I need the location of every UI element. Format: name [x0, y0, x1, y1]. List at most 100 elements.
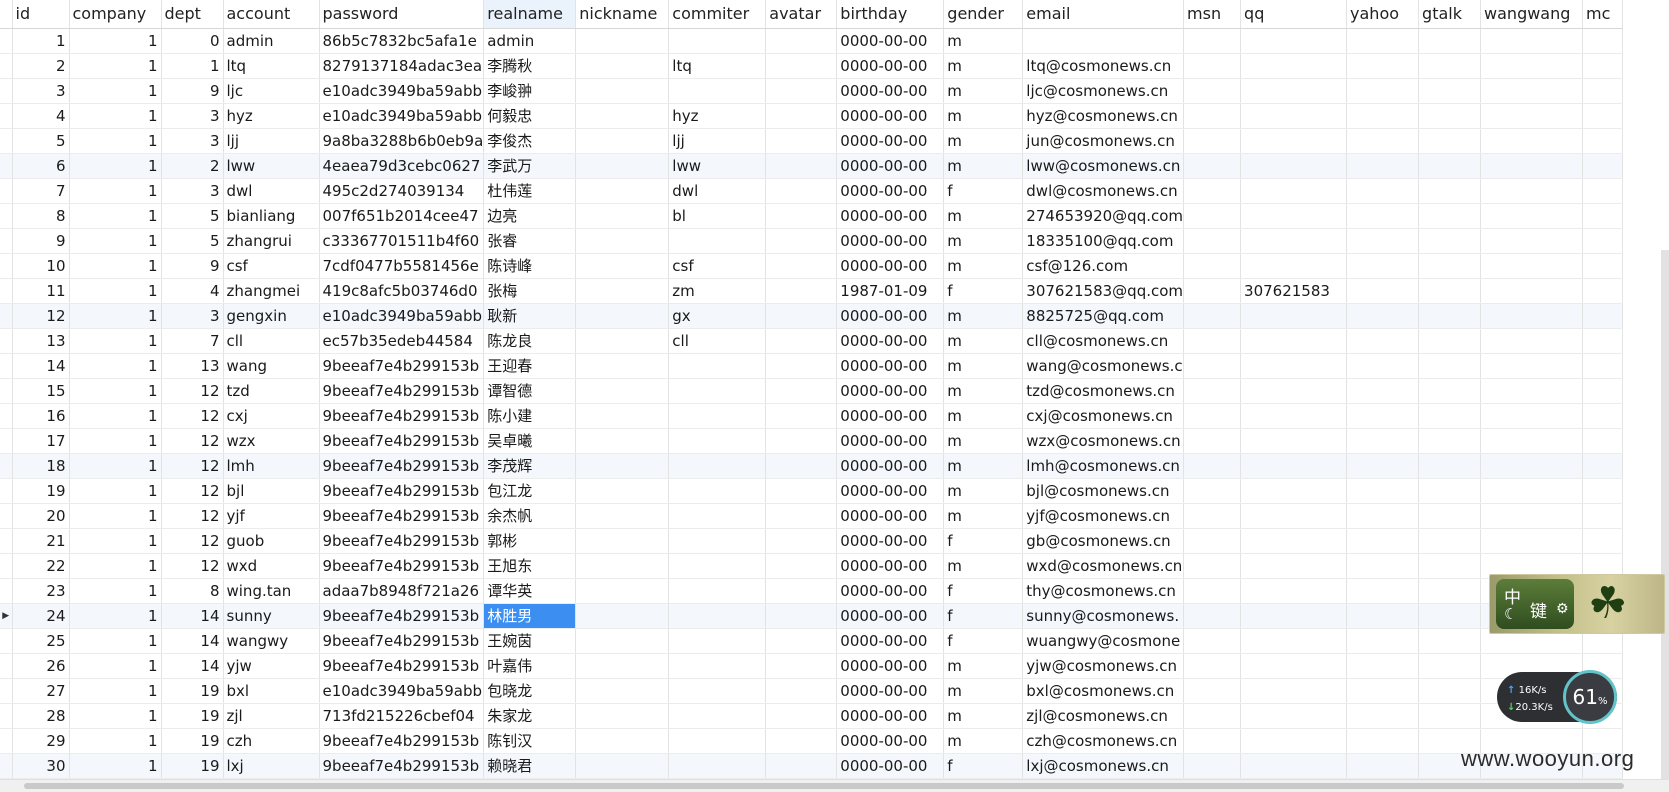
- cell-realname[interactable]: 陈龙良: [483, 328, 577, 354]
- cell-yahoo[interactable]: [1346, 178, 1420, 204]
- cell-nickname[interactable]: [575, 203, 670, 229]
- cell-id[interactable]: 24: [12, 603, 70, 629]
- cell-commiter[interactable]: [668, 703, 767, 729]
- cell-account[interactable]: hyz: [223, 103, 320, 129]
- cell-dept[interactable]: 3: [161, 128, 224, 154]
- cell-nickname[interactable]: [575, 28, 670, 54]
- cell-msn[interactable]: [1183, 453, 1242, 479]
- cell-commiter[interactable]: [668, 678, 767, 704]
- cell-commiter[interactable]: dwl: [668, 178, 767, 204]
- row-marker[interactable]: [0, 378, 13, 404]
- cell-id[interactable]: 7: [12, 178, 70, 204]
- cell-msn[interactable]: [1183, 78, 1242, 104]
- cell-birthday[interactable]: 0000-00-00: [836, 203, 945, 229]
- cell-nickname[interactable]: [575, 278, 670, 304]
- cell-realname[interactable]: admin: [483, 28, 577, 54]
- cell-email[interactable]: cxj@cosmonews.cn: [1022, 403, 1185, 429]
- cell-dept[interactable]: 9: [161, 253, 224, 279]
- row-marker[interactable]: [0, 28, 13, 54]
- cell-mc[interactable]: [1582, 253, 1624, 279]
- cell-avatar[interactable]: [765, 753, 838, 779]
- cell-dept[interactable]: 14: [161, 603, 224, 629]
- cell-realname[interactable]: 王迎春: [483, 353, 577, 379]
- cell-password[interactable]: 9beeaf7e4b299153b: [319, 603, 485, 629]
- cell-avatar[interactable]: [765, 653, 838, 679]
- cell-nickname[interactable]: [575, 328, 670, 354]
- horizontal-scrollbar[interactable]: [0, 779, 1669, 792]
- cell-mc[interactable]: [1582, 53, 1624, 79]
- cell-birthday[interactable]: 0000-00-00: [836, 228, 945, 254]
- cell-password[interactable]: 9beeaf7e4b299153b: [319, 728, 485, 754]
- cell-yahoo[interactable]: [1346, 28, 1420, 54]
- cell-company[interactable]: 1: [69, 228, 162, 254]
- column-header-account[interactable]: account: [223, 0, 320, 29]
- cell-mc[interactable]: [1582, 203, 1624, 229]
- cell-dept[interactable]: 19: [161, 703, 224, 729]
- row-marker[interactable]: [0, 128, 13, 154]
- table-row[interactable]: 2 1 1 ltq 8279137184adac3ea 李腾秋 ltq 0000-00-00 m…: [0, 53, 1624, 79]
- cell-account[interactable]: tzd: [223, 378, 320, 404]
- cell-account[interactable]: cxj: [223, 403, 320, 429]
- cell-password[interactable]: 9a8ba3288b6b0eb9a: [319, 128, 485, 154]
- cell-realname[interactable]: 王旭东: [483, 553, 577, 579]
- cell-email[interactable]: ltq@cosmonews.cn: [1022, 53, 1185, 79]
- cell-commiter[interactable]: [668, 528, 767, 554]
- cell-realname[interactable]: 林胜男: [483, 603, 577, 629]
- table-row[interactable]: 26 1 14 yjw 9beeaf7e4b299153b 叶嘉伟 0000-00-00 m y…: [0, 653, 1624, 679]
- cell-birthday[interactable]: 0000-00-00: [836, 353, 945, 379]
- cell-realname[interactable]: 何毅忠: [483, 103, 577, 129]
- cell-msn[interactable]: [1183, 528, 1242, 554]
- cell-msn[interactable]: [1183, 703, 1242, 729]
- cell-msn[interactable]: [1183, 553, 1242, 579]
- cell-gtalk[interactable]: [1418, 628, 1482, 654]
- cell-commiter[interactable]: [668, 78, 767, 104]
- cell-email[interactable]: bxl@cosmonews.cn: [1022, 678, 1185, 704]
- cell-realname[interactable]: 李武万: [483, 153, 577, 179]
- cell-password[interactable]: 9beeaf7e4b299153b: [319, 478, 485, 504]
- cell-nickname[interactable]: [575, 553, 670, 579]
- cell-id[interactable]: 28: [12, 703, 70, 729]
- cell-nickname[interactable]: [575, 703, 670, 729]
- table-row[interactable]: 23 1 8 wing.tan adaa7b8948f721a26 谭华英 0000-00-…: [0, 578, 1624, 604]
- cell-id[interactable]: 3: [12, 78, 70, 104]
- cell-yahoo[interactable]: [1346, 78, 1420, 104]
- cell-msn[interactable]: [1183, 753, 1242, 779]
- cell-dept[interactable]: 19: [161, 728, 224, 754]
- cell-qq[interactable]: [1240, 253, 1348, 279]
- cell-msn[interactable]: [1183, 53, 1242, 79]
- cell-msn[interactable]: [1183, 178, 1242, 204]
- cell-email[interactable]: wuangwy@cosmone: [1022, 628, 1185, 654]
- cell-nickname[interactable]: [575, 428, 670, 454]
- column-header-avatar[interactable]: avatar: [765, 0, 838, 29]
- row-marker[interactable]: [0, 178, 13, 204]
- cell-birthday[interactable]: 0000-00-00: [836, 553, 945, 579]
- cell-gtalk[interactable]: [1418, 278, 1482, 304]
- cell-qq[interactable]: [1240, 753, 1348, 779]
- cell-birthday[interactable]: 0000-00-00: [836, 453, 945, 479]
- cell-dept[interactable]: 5: [161, 203, 224, 229]
- cell-company[interactable]: 1: [69, 753, 162, 779]
- cell-password[interactable]: 9beeaf7e4b299153b: [319, 453, 485, 479]
- cell-id[interactable]: 27: [12, 678, 70, 704]
- cell-msn[interactable]: [1183, 228, 1242, 254]
- cell-qq[interactable]: [1240, 703, 1348, 729]
- cell-qq[interactable]: [1240, 553, 1348, 579]
- cell-company[interactable]: 1: [69, 478, 162, 504]
- cell-account[interactable]: lww: [223, 153, 320, 179]
- cell-gender[interactable]: f: [943, 528, 1024, 554]
- cell-nickname[interactable]: [575, 603, 670, 629]
- cell-id[interactable]: 14: [12, 353, 70, 379]
- table-row[interactable]: 8 1 5 bianliang 007f651b2014cee47 边亮 bl 0000-00…: [0, 203, 1624, 229]
- table-row[interactable]: 28 1 19 zjl 713fd215226cbef04 朱家龙 0000-00-00 m z…: [0, 703, 1624, 729]
- cell-gtalk[interactable]: [1418, 253, 1482, 279]
- cell-company[interactable]: 1: [69, 178, 162, 204]
- cell-gtalk[interactable]: [1418, 28, 1482, 54]
- cell-mc[interactable]: [1582, 353, 1624, 379]
- column-header-realname[interactable]: realname: [483, 0, 577, 29]
- table-row[interactable]: 4 1 3 hyz e10adc3949ba59abb 何毅忠 hyz 0000-00-00 m…: [0, 103, 1624, 129]
- cell-company[interactable]: 1: [69, 603, 162, 629]
- row-marker[interactable]: [0, 253, 13, 279]
- cell-yahoo[interactable]: [1346, 253, 1420, 279]
- cell-commiter[interactable]: bl: [668, 203, 767, 229]
- cell-gender[interactable]: m: [943, 478, 1024, 504]
